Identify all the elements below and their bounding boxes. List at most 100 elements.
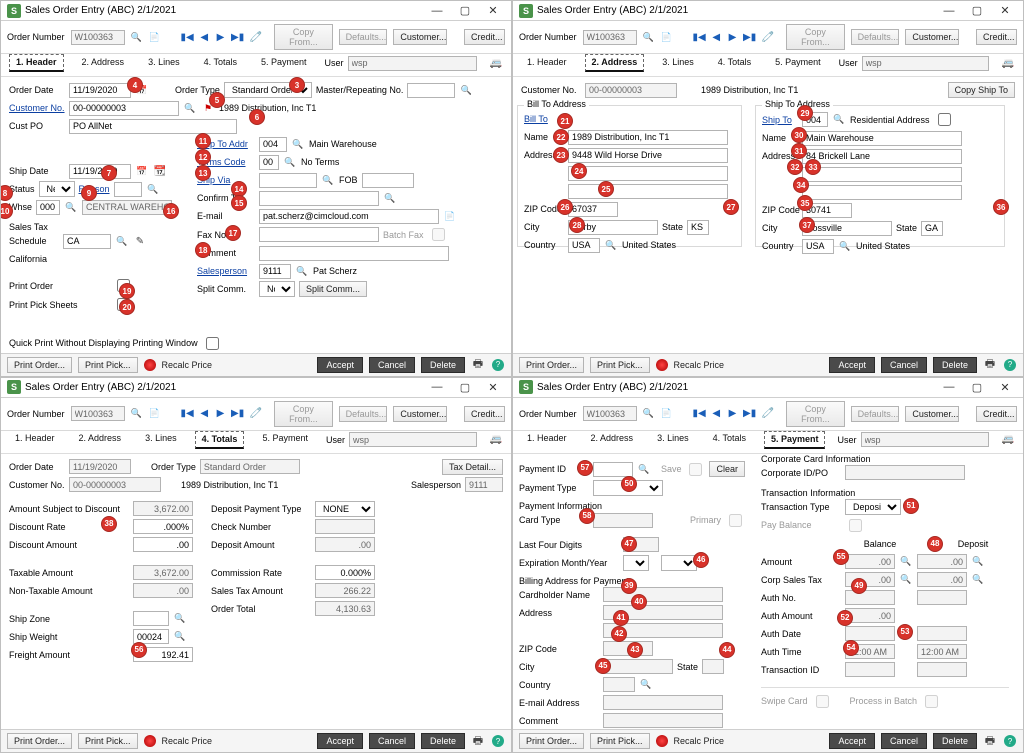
residential-checkbox[interactable] (938, 113, 951, 126)
tab-lines[interactable]: 3. Lines (142, 55, 186, 72)
help-icon[interactable] (491, 734, 505, 748)
reason-field[interactable] (114, 182, 142, 197)
accept-button[interactable]: Accept (829, 357, 875, 373)
lookup-icon[interactable] (295, 264, 309, 278)
split-comm-select[interactable]: No (259, 281, 295, 297)
print-pick-button[interactable]: Print Pick... (590, 357, 650, 373)
nav-last-icon[interactable]: ▶▮ (232, 407, 244, 421)
schedule-field[interactable] (63, 234, 111, 249)
bill-name-field[interactable] (568, 130, 728, 145)
recalc-price-button[interactable]: Recalc Price (674, 734, 725, 748)
order-number-field[interactable] (583, 406, 637, 421)
cancel-button[interactable]: Cancel (881, 357, 927, 373)
print-pick-button[interactable]: Print Pick... (78, 357, 138, 373)
split-comm-button[interactable]: Split Comm... (299, 281, 367, 297)
accept-button[interactable]: Accept (317, 357, 363, 373)
copy-from-button[interactable]: Copy From... (786, 401, 845, 427)
bill-address2-field[interactable] (568, 166, 728, 181)
lookup-icon[interactable] (291, 137, 305, 151)
nav-first-icon[interactable]: ▮◀ (693, 30, 705, 44)
lookup-icon[interactable] (971, 573, 985, 587)
confirm-to-field[interactable] (259, 191, 379, 206)
terms-code-field[interactable] (259, 155, 279, 170)
cancel-button[interactable]: Cancel (369, 733, 415, 749)
salesperson-link[interactable]: Salesperson (197, 266, 255, 276)
customer-button[interactable]: Customer... (905, 406, 958, 422)
minimize-button[interactable]: — (425, 379, 449, 395)
lookup-icon[interactable] (115, 234, 129, 248)
order-number-field[interactable] (71, 406, 125, 421)
clear-button[interactable]: Clear (709, 461, 745, 477)
lookup-icon[interactable] (459, 83, 473, 97)
multi-date-icon[interactable]: 📆 (153, 164, 167, 178)
fob-field[interactable] (362, 173, 414, 188)
printer-icon[interactable] (471, 734, 485, 748)
credit-button[interactable]: Credit... (976, 406, 1017, 422)
defaults-button[interactable]: Defaults... (339, 29, 388, 45)
printer-icon[interactable] (471, 358, 485, 372)
document-icon[interactable] (661, 407, 673, 421)
lookup-icon[interactable] (383, 191, 397, 205)
tab-header[interactable]: 1. Header (9, 431, 61, 448)
lookup-icon[interactable] (971, 555, 985, 569)
tab-lines[interactable]: 3. Lines (651, 431, 695, 448)
bill-state-field[interactable] (687, 220, 709, 235)
ship-to-addr-field[interactable] (259, 137, 287, 152)
credit-button[interactable]: Credit... (464, 406, 505, 422)
accept-button[interactable]: Accept (829, 733, 875, 749)
comm-rate-field[interactable] (315, 565, 375, 580)
ship-name-field[interactable] (802, 131, 962, 146)
tab-address[interactable]: 2. Address (585, 431, 640, 448)
tab-payment[interactable]: 5. Payment (764, 431, 826, 449)
delete-button[interactable]: Delete (421, 733, 465, 749)
delete-button[interactable]: Delete (421, 357, 465, 373)
maximize-button[interactable]: ▢ (453, 379, 477, 395)
tab-header[interactable]: 1. Header (9, 54, 64, 72)
status-select[interactable]: New (39, 181, 75, 197)
customer-button[interactable]: Customer... (905, 29, 958, 45)
ship-address2-field[interactable] (802, 167, 962, 182)
print-order-button[interactable]: Print Order... (519, 733, 584, 749)
order-number-field[interactable] (71, 30, 125, 45)
lookup-icon[interactable] (131, 407, 143, 421)
order-date-field[interactable] (69, 83, 131, 98)
whse-field[interactable] (36, 200, 60, 215)
nav-prev-icon[interactable]: ◀ (199, 407, 209, 421)
printer-icon[interactable] (983, 358, 997, 372)
globe-icon[interactable] (144, 359, 156, 371)
tab-totals[interactable]: 4. Totals (707, 431, 752, 448)
tab-payment[interactable]: 5. Payment (255, 55, 313, 72)
lookup-icon[interactable] (183, 101, 197, 115)
bus-icon[interactable]: 🚐 (489, 56, 503, 70)
ship-address1-field[interactable] (802, 149, 962, 164)
tab-header[interactable]: 1. Header (521, 55, 573, 72)
tab-payment[interactable]: 5. Payment (256, 431, 314, 448)
globe-icon[interactable] (144, 735, 156, 747)
nav-prev-icon[interactable]: ◀ (711, 30, 721, 44)
help-icon[interactable] (1003, 734, 1017, 748)
customer-no-link[interactable]: Customer No. (9, 103, 65, 113)
close-button[interactable]: ✕ (993, 379, 1017, 395)
lookup-icon[interactable] (637, 462, 651, 476)
ship-to-link[interactable]: Ship To (762, 115, 798, 125)
cancel-button[interactable]: Cancel (881, 733, 927, 749)
lookup-icon[interactable] (639, 678, 653, 692)
tab-payment[interactable]: 5. Payment (769, 55, 827, 72)
maximize-button[interactable]: ▢ (965, 379, 989, 395)
nav-prev-icon[interactable]: ◀ (711, 407, 721, 421)
dep-pay-type-select[interactable]: NONE (315, 501, 375, 517)
ship-state-field[interactable] (921, 221, 943, 236)
lookup-icon[interactable] (64, 200, 78, 214)
attachment-icon[interactable]: 🧷 (250, 30, 262, 44)
close-button[interactable]: ✕ (993, 3, 1017, 19)
minimize-button[interactable]: — (425, 3, 449, 19)
tab-totals[interactable]: 4. Totals (712, 55, 757, 72)
defaults-button[interactable]: Defaults... (851, 406, 900, 422)
credit-button[interactable]: Credit... (976, 29, 1017, 45)
nav-next-icon[interactable]: ▶ (727, 30, 737, 44)
ship-country-field[interactable] (802, 239, 834, 254)
print-pick-button[interactable]: Print Pick... (590, 733, 650, 749)
nav-last-icon[interactable]: ▶▮ (232, 30, 244, 44)
help-icon[interactable] (1003, 358, 1017, 372)
delete-button[interactable]: Delete (933, 357, 977, 373)
